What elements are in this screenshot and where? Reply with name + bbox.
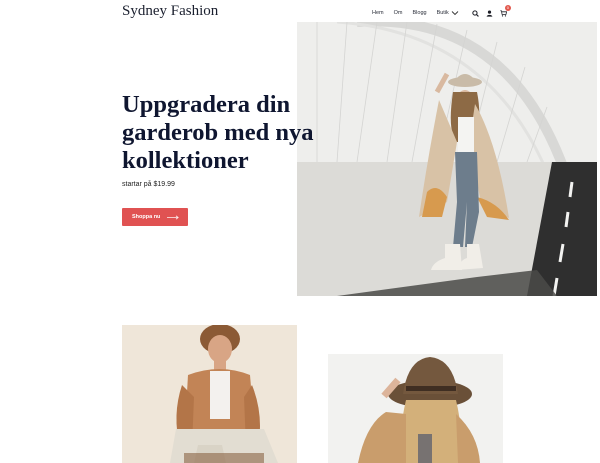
nav-dropdown-label: Butik [436, 10, 449, 16]
hero-title: Uppgradera din garderob med nya kollekti… [122, 91, 314, 174]
user-icon[interactable] [486, 9, 493, 17]
cart-count-badge: 0 [504, 4, 511, 11]
hero-image [297, 22, 597, 296]
site-logo[interactable]: Sydney Fashion [122, 3, 218, 20]
product-image [122, 325, 297, 463]
cart-button[interactable]: 0 [500, 4, 511, 17]
nav-link-blog[interactable]: Blogg [413, 10, 427, 16]
arrow-right-icon [167, 215, 180, 219]
product-image [328, 354, 503, 463]
search-icon[interactable] [472, 9, 479, 17]
hero-subtitle: startar på $19.99 [122, 181, 175, 188]
nav-link-about[interactable]: Om [394, 10, 403, 16]
chevron-down-icon [451, 11, 459, 16]
shop-now-button[interactable]: Shoppa nu [122, 208, 188, 226]
main-nav: Hem Om Blogg Butik 0 [372, 4, 511, 18]
nav-link-home[interactable]: Hem [372, 10, 384, 16]
nav-dropdown-shop[interactable]: Butik [437, 10, 459, 16]
shop-now-label: Shoppa nu [132, 214, 161, 220]
cart-icon [500, 9, 507, 17]
